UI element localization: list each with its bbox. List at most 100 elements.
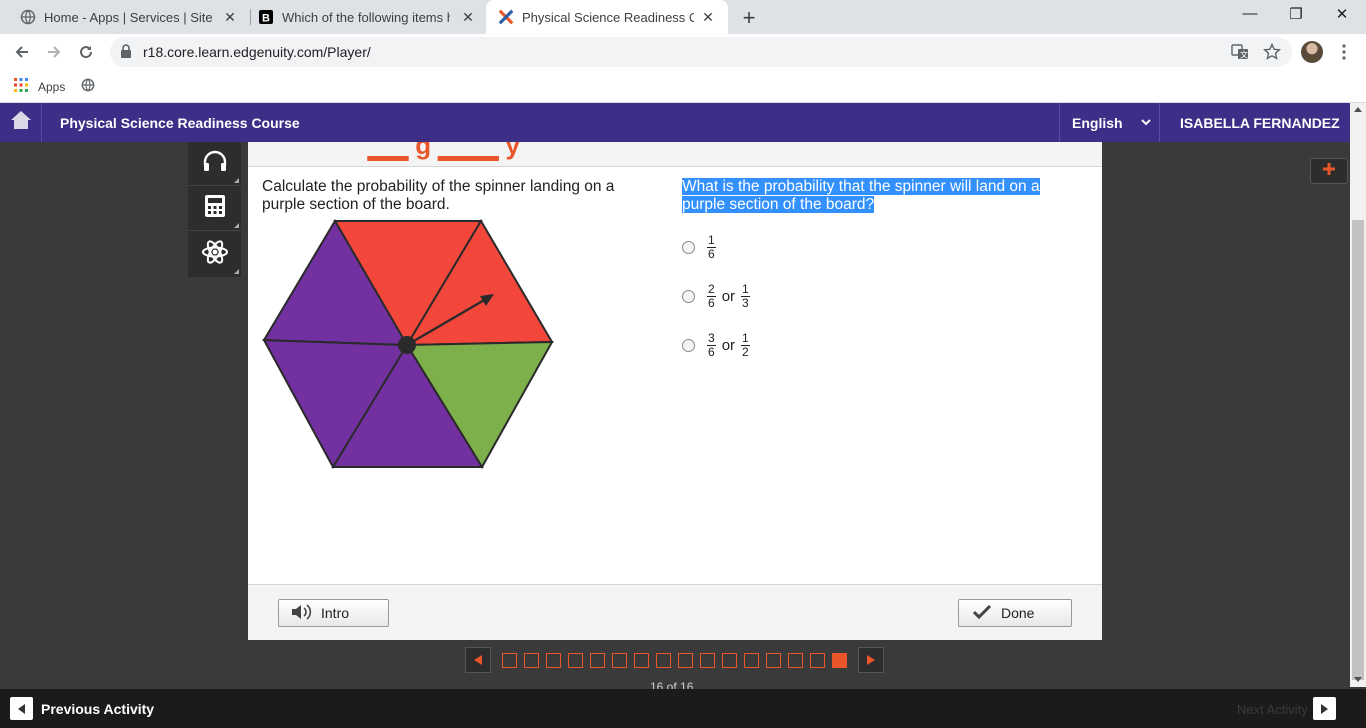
tab-strip: Home - Apps | Services | Sites ✕ B Which…	[0, 0, 1366, 34]
more-menu-icon[interactable]	[1334, 42, 1354, 62]
close-icon[interactable]: ✕	[700, 9, 716, 26]
intro-button[interactable]: Intro	[278, 599, 389, 627]
next-activity-label: Next Activity	[1237, 702, 1308, 717]
activity-title-strip: ▁▁ g ▁▁▁ y	[248, 142, 1102, 167]
atom-icon	[201, 238, 229, 271]
home-button[interactable]	[0, 103, 42, 142]
new-tab-button[interactable]: +	[738, 5, 760, 31]
done-button[interactable]: Done	[958, 599, 1072, 627]
scroll-up-icon[interactable]	[1354, 107, 1362, 112]
speaker-icon	[291, 603, 313, 624]
calculator-tool-button[interactable]	[188, 187, 241, 231]
or-label: or	[721, 288, 736, 305]
tab-brainly[interactable]: B Which of the following items help ✕	[238, 0, 488, 34]
close-icon[interactable]: ✕	[460, 9, 476, 26]
spinner-hub	[398, 336, 416, 354]
pager-page-6[interactable]	[612, 653, 627, 668]
globe-icon[interactable]	[81, 78, 95, 95]
pager-page-9[interactable]	[678, 653, 693, 668]
expand-button[interactable]	[1310, 158, 1348, 184]
brainly-icon: B	[258, 9, 274, 25]
avatar[interactable]	[1301, 41, 1323, 63]
chevron-down-icon	[1140, 115, 1152, 131]
tab-title: Home - Apps | Services | Sites	[44, 9, 212, 25]
close-icon[interactable]: ✕	[222, 9, 238, 26]
answer-option-1[interactable]: 16	[682, 234, 716, 261]
course-title: Physical Science Readiness Course	[60, 115, 300, 131]
language-label: English	[1072, 115, 1123, 131]
previous-activity-button[interactable]	[10, 697, 33, 720]
activity-controls: Intro Done	[248, 584, 1102, 640]
question-text: What is the probability that the spinner…	[682, 178, 1072, 214]
radio-option-1[interactable]	[682, 241, 695, 254]
translate-icon[interactable]: 文	[1230, 42, 1250, 62]
or-label: or	[721, 337, 736, 354]
lock-icon	[120, 44, 132, 63]
pager-prev-button[interactable]	[465, 647, 491, 673]
pager-page-5[interactable]	[590, 653, 605, 668]
restore-icon[interactable]: ❐	[1286, 5, 1306, 23]
audio-tool-button[interactable]	[188, 142, 241, 186]
pager-page-7[interactable]	[634, 653, 649, 668]
pager-page-13[interactable]	[766, 653, 781, 668]
tab-home[interactable]: Home - Apps | Services | Sites ✕	[0, 0, 250, 34]
minimize-icon[interactable]: —	[1240, 5, 1260, 22]
star-icon[interactable]	[1262, 42, 1282, 62]
pager-page-14[interactable]	[788, 653, 803, 668]
pager-page-16[interactable]	[832, 653, 847, 668]
address-bar[interactable]: r18.core.learn.edgenuity.com/Player/	[110, 37, 1292, 67]
app-header: Physical Science Readiness Course Englis…	[0, 103, 1350, 142]
spinner-board	[262, 219, 554, 470]
tab-title: Physical Science Readiness Cours	[522, 9, 694, 25]
apps-label: Apps	[38, 79, 66, 94]
window-close-icon[interactable]: ✕	[1332, 5, 1352, 23]
pager-page-2[interactable]	[524, 653, 539, 668]
question-highlight: What is the probability that the spinner…	[682, 178, 1040, 213]
pager-page-1[interactable]	[502, 653, 517, 668]
activity-prompt: Calculate the probability of the spinner…	[262, 178, 615, 213]
fraction: 12	[741, 331, 750, 359]
edgenuity-icon	[498, 9, 514, 25]
answer-option-3[interactable]: 36 or 12	[682, 332, 750, 359]
checkmark-icon	[972, 604, 992, 623]
tab-title: Which of the following items help	[282, 9, 450, 25]
svg-text:文: 文	[1240, 50, 1248, 60]
pager-page-12[interactable]	[744, 653, 759, 668]
done-label: Done	[1001, 605, 1035, 621]
user-name[interactable]: ISABELLA FERNANDEZ	[1180, 115, 1340, 131]
pager-page-10[interactable]	[700, 653, 715, 668]
back-icon[interactable]	[10, 40, 34, 64]
activity-footer: Previous Activity Next Activity	[0, 689, 1366, 728]
language-select[interactable]: English	[1059, 103, 1160, 142]
science-tool-button[interactable]	[188, 232, 241, 276]
pager-page-3[interactable]	[546, 653, 561, 668]
previous-activity-label[interactable]: Previous Activity	[41, 701, 154, 717]
scroll-down-icon[interactable]	[1354, 677, 1362, 682]
scroll-thumb[interactable]	[1352, 220, 1364, 680]
radio-option-3[interactable]	[682, 339, 695, 352]
pager-page-15[interactable]	[810, 653, 825, 668]
url-text: r18.core.learn.edgenuity.com/Player/	[143, 44, 371, 60]
browser-toolbar: r18.core.learn.edgenuity.com/Player/ 文	[0, 34, 1366, 70]
apps-grid-icon	[14, 78, 28, 95]
apps-bookmark[interactable]: Apps	[14, 78, 95, 95]
bookmarks-bar: Apps	[0, 70, 1366, 103]
reload-icon[interactable]	[74, 40, 98, 64]
fraction: 36	[707, 331, 716, 359]
pager-page-4[interactable]	[568, 653, 583, 668]
forward-icon[interactable]	[42, 40, 66, 64]
radio-option-2[interactable]	[682, 290, 695, 303]
pager-next-button[interactable]	[858, 647, 884, 673]
page-scrollbar[interactable]	[1350, 103, 1366, 687]
pager-page-8[interactable]	[656, 653, 671, 668]
svg-text:B: B	[262, 13, 270, 25]
calculator-icon	[204, 194, 226, 223]
tab-edgenuity[interactable]: Physical Science Readiness Cours ✕	[486, 0, 728, 34]
fraction: 26	[707, 282, 716, 310]
activity-panel: ▁▁ g ▁▁▁ y Calculate the probability of …	[248, 142, 1102, 640]
answer-option-2[interactable]: 26 or 13	[682, 283, 750, 310]
pager-page-11[interactable]	[722, 653, 737, 668]
globe-icon	[20, 9, 36, 25]
cropped-title-fragment: ▁▁ g ▁▁▁ y	[368, 142, 520, 160]
next-activity-button[interactable]	[1313, 697, 1336, 720]
